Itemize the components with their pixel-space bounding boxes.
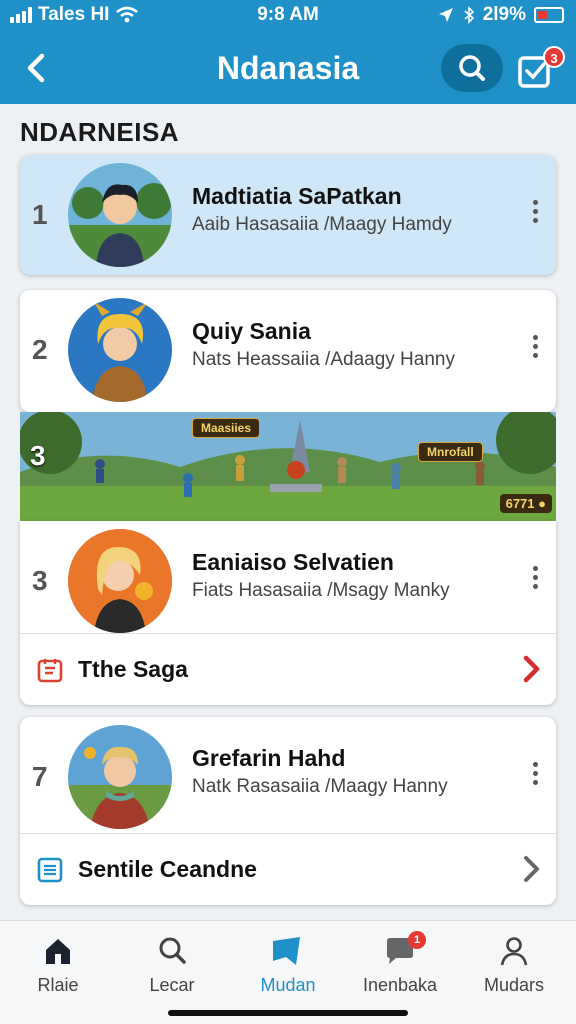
rank-number: 3 (32, 565, 48, 596)
more-options-icon[interactable] (528, 332, 542, 364)
player-subtitle: Natk Rasasaiia /Maagy Hanny (192, 776, 448, 797)
row-label: Sentile Ceandne (78, 856, 257, 882)
rank-number: 7 (32, 761, 48, 792)
coin-counter: 6771 ● (499, 494, 552, 513)
player-subtitle: Fiats Hasasaiia /Msagy Manky (192, 580, 450, 601)
ranking-card-2[interactable]: 2 Quiy Sania Nats Heassaiia /Adaagy Hann… (20, 290, 556, 412)
player-name: Quiy Sania (192, 318, 311, 344)
saga-link-row[interactable]: Tthe Saga (20, 633, 556, 703)
coin-icon: ● (538, 496, 546, 511)
player-name: Grefarin Hahd (192, 745, 346, 771)
chevron-right-icon (523, 655, 540, 683)
status-bar: Tales HI 9:8 AM 2l9% (0, 0, 576, 30)
rank-number: 3 (30, 440, 46, 471)
list-icon (37, 857, 63, 883)
person-icon (500, 937, 528, 966)
ranking-card-4[interactable]: 7 Grefarin Hahd Natk Rasasaiia /Maagy Ha… (20, 717, 556, 905)
player-subtitle: Nats Heassaiia /Adaagy Hanny (192, 349, 455, 370)
cendine-link-row[interactable]: Sentile Ceandne (20, 833, 556, 903)
nav-item-mudan[interactable]: Mudan (238, 931, 338, 1011)
search-icon (459, 55, 485, 81)
game-scene-image (20, 412, 556, 522)
flag-icon (273, 937, 300, 965)
nav-label: Inenbaka (362, 975, 438, 995)
banner-tag: Maasiies (192, 418, 261, 438)
avatar (68, 725, 172, 829)
bluetooth-icon (464, 6, 474, 24)
nav-item-home[interactable]: Rlaie (8, 931, 108, 1011)
avatar (68, 298, 172, 402)
notification-badge: 3 (543, 46, 565, 68)
ranking-card-1[interactable]: 1 Madtiatia SaPatkan Aaib Hasasaiia /Maa… (20, 155, 556, 275)
home-indicator (168, 1010, 408, 1016)
top-app-bar: Tales HI 9:8 AM 2l9% Ndanasia 3 (0, 0, 576, 104)
ticket-icon (37, 659, 63, 683)
notification-badge: 1 (408, 931, 426, 949)
rank-number: 1 (32, 199, 48, 230)
player-name: Madtiatia SaPatkan (192, 183, 402, 209)
location-icon (438, 8, 453, 22)
avatar (68, 163, 172, 267)
game-banner[interactable]: 3 Maasiies Mnrofall 6771 ● (20, 412, 556, 522)
ranking-card-3[interactable]: 3 Eaniaiso Selvatien Fiats Hasasaiia /Ms… (20, 521, 556, 705)
banner-tag: Mnrofall (418, 442, 483, 462)
nav-label: Lecar (149, 975, 195, 995)
player-name: Eaniaiso Selvatien (192, 549, 394, 575)
nav-item-inbox[interactable]: 1 Inenbaka (350, 931, 450, 1011)
search-button[interactable] (441, 44, 503, 92)
nav-label: Rlaie (37, 975, 79, 995)
chevron-right-icon (524, 856, 539, 882)
rank-number: 2 (32, 334, 48, 365)
row-label: Tthe Saga (78, 656, 188, 682)
bottom-navigation: Rlaie Lecar Mudan 1 Inenbaka Mudars (0, 920, 576, 1024)
nav-item-search[interactable]: Lecar (122, 931, 222, 1011)
battery-percent: 2l9% (482, 4, 526, 25)
nav-item-profile[interactable]: Mudars (464, 931, 564, 1011)
player-subtitle: Aaib Hasasaiia /Maagy Hamdy (192, 214, 452, 235)
nav-label: Mudan (260, 975, 316, 995)
search-icon (159, 937, 186, 964)
avatar (68, 529, 172, 633)
more-options-icon[interactable] (528, 197, 542, 229)
battery-icon (534, 7, 564, 23)
home-icon (46, 939, 70, 964)
more-options-icon[interactable] (528, 563, 542, 595)
coin-value: 6771 (505, 496, 535, 511)
nav-label: Mudars (483, 975, 545, 995)
section-title: NDARNEISA (20, 117, 180, 147)
more-options-icon[interactable] (528, 759, 542, 791)
